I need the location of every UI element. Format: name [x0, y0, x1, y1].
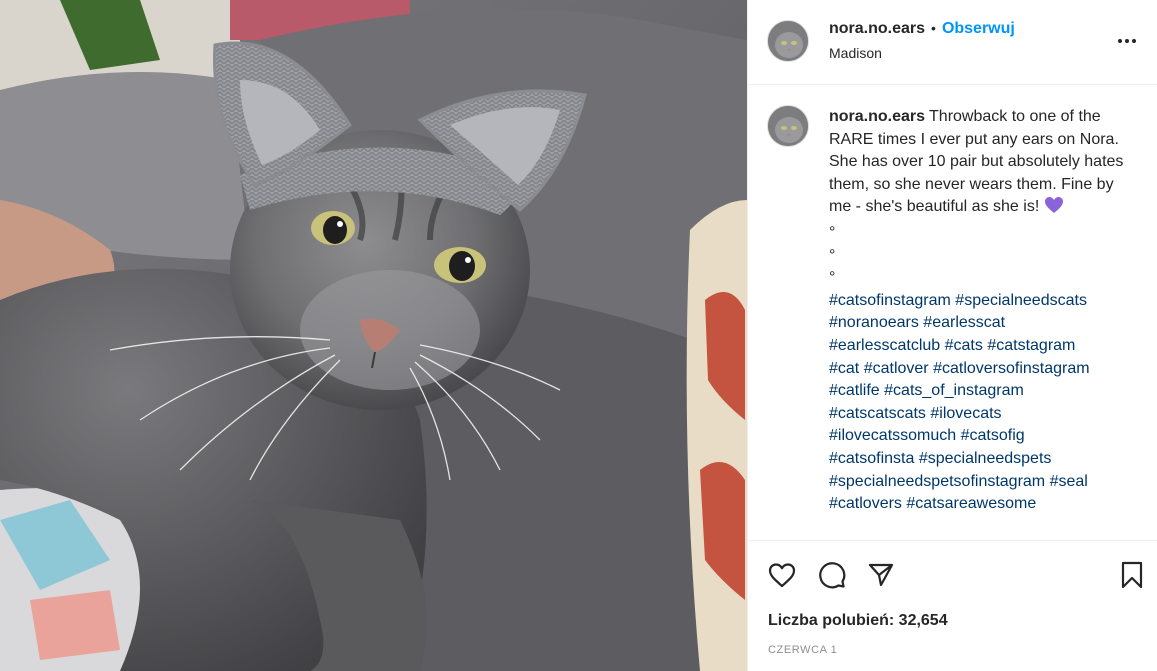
- separator-dot: •: [931, 20, 936, 36]
- hashtag-line: #catlife #cats_of_instagram: [829, 380, 1139, 403]
- post-photo[interactable]: [0, 0, 747, 671]
- hashtag-link[interactable]: #catlover: [864, 360, 929, 377]
- hashtag-line: #specialneedspetsofinstagram #seal: [829, 471, 1139, 494]
- hashtag-link[interactable]: #catlife: [829, 382, 880, 399]
- author-avatar[interactable]: [767, 20, 809, 62]
- purple-heart-emoji-icon: [1044, 196, 1064, 222]
- hashtag-line: #earlesscatclub #cats #catstagram: [829, 335, 1139, 358]
- hashtag-line: #catsofinsta #specialneedspets: [829, 448, 1139, 471]
- caption-dot-3: °: [829, 269, 836, 287]
- hashtag-link[interactable]: #cats: [945, 337, 983, 354]
- hashtag-link[interactable]: #catlovers: [829, 495, 902, 512]
- hashtag-line: #cat #catlover #catloversofinstagram: [829, 358, 1139, 381]
- comment-icon: [819, 562, 846, 589]
- cat-avatar-icon: [768, 21, 808, 61]
- post-header: nora.no.ears • Obserwuj Madison: [748, 0, 1157, 85]
- post-actions: [748, 556, 1157, 596]
- cat-avatar-icon: [768, 106, 808, 146]
- caption-username[interactable]: nora.no.ears: [829, 108, 925, 125]
- comments-area[interactable]: nora.no.ears Throwback to one of the RARE…: [748, 85, 1157, 541]
- hashtag-link[interactable]: #catsofinstagram: [829, 292, 951, 309]
- heart-icon: [768, 563, 796, 588]
- comment-button[interactable]: [816, 559, 848, 591]
- share-button[interactable]: [865, 559, 897, 591]
- share-icon: [868, 563, 894, 587]
- bookmark-icon: [1121, 561, 1143, 589]
- hashtag-link[interactable]: #specialneedspets: [919, 450, 1052, 467]
- cat-photo-illustration: [0, 0, 747, 671]
- header-user-line: nora.no.ears • Obserwuj: [829, 20, 1015, 38]
- hashtag-link[interactable]: #earlesscat: [923, 314, 1005, 331]
- hashtag-link[interactable]: #seal: [1050, 473, 1088, 490]
- like-button[interactable]: [766, 559, 798, 591]
- post-location[interactable]: Madison: [829, 45, 882, 61]
- post-caption: nora.no.ears Throwback to one of the RARE…: [829, 106, 1139, 516]
- hashtag-link[interactable]: #noranoears: [829, 314, 919, 331]
- hashtag-link[interactable]: #earlesscatclub: [829, 337, 940, 354]
- more-options-button[interactable]: [1112, 26, 1142, 56]
- hashtag-link[interactable]: #cats_of_instagram: [884, 382, 1024, 399]
- hashtag-link[interactable]: #catstagram: [987, 337, 1075, 354]
- hashtag-link[interactable]: #specialneedscats: [955, 292, 1087, 309]
- likes-count[interactable]: Liczba polubień: 32,654: [768, 612, 948, 630]
- hashtag-link[interactable]: #ilovecatssomuch: [829, 427, 956, 444]
- hashtag-link[interactable]: #ilovecats: [930, 405, 1001, 422]
- more-options-icon: [1118, 39, 1136, 43]
- save-button[interactable]: [1116, 559, 1148, 591]
- author-username[interactable]: nora.no.ears: [829, 20, 925, 37]
- post-side-panel: nora.no.ears • Obserwuj Madison nora.no.ea…: [747, 0, 1157, 671]
- caption-dot-2: °: [829, 246, 836, 264]
- hashtag-line: #noranoears #earlesscat: [829, 312, 1139, 335]
- hashtag-line: #catsofinstagram #specialneedscats: [829, 290, 1139, 313]
- hashtag-line: #ilovecatssomuch #catsofig: [829, 425, 1139, 448]
- follow-button[interactable]: Obserwuj: [942, 20, 1015, 37]
- hashtag-line: #catlovers #catsareawesome: [829, 493, 1139, 516]
- hashtag-link[interactable]: #cat: [829, 360, 859, 377]
- post-date[interactable]: CZERWCA 1: [768, 644, 837, 656]
- caption-dot-1: °: [829, 223, 836, 241]
- hashtag-link[interactable]: #catsofig: [961, 427, 1025, 444]
- hashtag-line: #catscatscats #ilovecats: [829, 403, 1139, 426]
- hashtag-link[interactable]: #catloversofinstagram: [933, 360, 1090, 377]
- hashtag-link[interactable]: #catsofinsta: [829, 450, 914, 467]
- hashtag-link[interactable]: #specialneedspetsofinstagram: [829, 473, 1045, 490]
- caption-author-avatar[interactable]: [767, 105, 809, 147]
- hashtag-link[interactable]: #catscatscats: [829, 405, 926, 422]
- hashtag-list: #catsofinstagram #specialneedscats #noran…: [829, 290, 1139, 516]
- hashtag-link[interactable]: #catsareawesome: [906, 495, 1036, 512]
